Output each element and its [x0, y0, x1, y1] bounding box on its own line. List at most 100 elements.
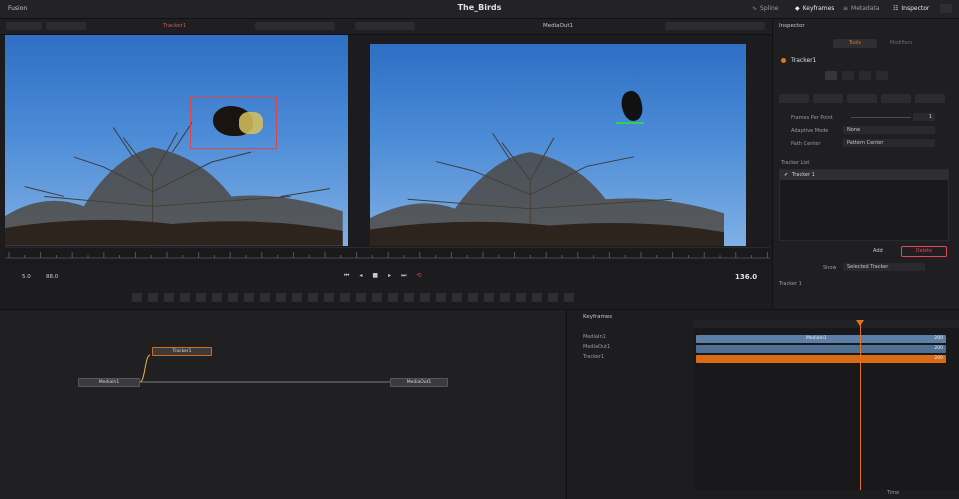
step-back-icon[interactable]: ◂: [359, 272, 362, 280]
right-viewer[interactable]: [370, 44, 746, 246]
right-viewer-image: [370, 44, 746, 246]
node-header[interactable]: Tracker1: [779, 55, 955, 66]
tool-icon[interactable]: [436, 293, 446, 302]
tree-image-right: [370, 132, 725, 246]
tracker-checkbox-icon[interactable]: ✔: [784, 172, 788, 178]
spline-button[interactable]: ∿ Spline: [752, 5, 778, 12]
tool-icon[interactable]: [244, 293, 254, 302]
node-editor[interactable]: MediaIn1 Tracker1 MediaOut1: [0, 309, 565, 499]
left-viewer-controls[interactable]: [255, 22, 335, 30]
tracker-list-item[interactable]: ✔ Tracker 1: [780, 170, 948, 180]
tool-icon[interactable]: [308, 293, 318, 302]
track-mode-icon[interactable]: [825, 71, 837, 80]
frames-per-point-field[interactable]: 1: [913, 113, 935, 121]
tool-icon[interactable]: [548, 293, 558, 302]
timeline-ruler[interactable]: [5, 247, 770, 264]
metadata-button[interactable]: ≡ Metadata: [843, 5, 879, 12]
tool-icon[interactable]: [276, 293, 286, 302]
track-to-end-button[interactable]: [915, 94, 945, 103]
track-end-1: 200: [934, 346, 943, 351]
track-name-tracker[interactable]: Tracker1: [583, 354, 610, 364]
tool-icon[interactable]: [180, 293, 190, 302]
bird-highlight: [239, 112, 263, 134]
time-dropdown[interactable]: Time: [887, 490, 899, 496]
left-viewer[interactable]: [5, 35, 348, 246]
track-name-mediaout[interactable]: MediaOut1: [583, 344, 610, 354]
track-bar-tracker[interactable]: 200: [696, 355, 946, 363]
tool-icon[interactable]: [340, 293, 350, 302]
current-time[interactable]: 136.0: [735, 273, 757, 281]
right-viewer-zoom[interactable]: [355, 22, 415, 30]
keyframe-graph[interactable]: MediaIn1 200 200 200: [694, 320, 959, 490]
adaptive-mode-dropdown[interactable]: None: [843, 126, 935, 134]
tool-icon[interactable]: [228, 293, 238, 302]
add-button[interactable]: Add: [873, 248, 883, 254]
node-enable-icon[interactable]: [781, 58, 786, 63]
adaptive-mode-row: Adaptive Mode None: [781, 126, 953, 135]
track-forward-button[interactable]: [881, 94, 911, 103]
tool-icon[interactable]: [404, 293, 414, 302]
tool-icon[interactable]: [324, 293, 334, 302]
keyframe-ruler[interactable]: [694, 320, 959, 328]
frames-per-point-row: Frames Per Point 1: [781, 113, 953, 122]
playhead-marker-icon[interactable]: [856, 320, 864, 326]
path-center-dropdown[interactable]: Pattern Center: [843, 139, 935, 147]
inspector-button[interactable]: ☷ Inspector: [893, 5, 929, 12]
frame-field[interactable]: 88.0: [46, 274, 58, 280]
tab-modifiers[interactable]: Modifiers: [879, 39, 923, 48]
display-icon[interactable]: [859, 71, 871, 80]
track-reverse-button[interactable]: [779, 94, 809, 103]
tool-icon[interactable]: [468, 293, 478, 302]
tool-icon[interactable]: [372, 293, 382, 302]
go-to-end-icon[interactable]: ⏭: [401, 272, 406, 280]
tool-icon[interactable]: [356, 293, 366, 302]
inspector-footer-label: Tracker 1: [779, 281, 802, 287]
node-mediaout[interactable]: MediaOut1: [390, 378, 448, 387]
track-bar-mediain[interactable]: MediaIn1 200: [696, 335, 946, 343]
right-viewer-controls[interactable]: [665, 22, 765, 30]
tool-icon[interactable]: [500, 293, 510, 302]
viewer-options-dropdown[interactable]: [46, 22, 86, 30]
node-mediain[interactable]: MediaIn1: [78, 378, 140, 387]
operation-icon[interactable]: [842, 71, 854, 80]
left-viewer-image: [5, 35, 348, 246]
node-tracker[interactable]: Tracker1: [152, 347, 212, 356]
tool-icon[interactable]: [484, 293, 494, 302]
go-to-start-icon[interactable]: ⏮: [344, 272, 349, 280]
tool-icon[interactable]: [420, 293, 430, 302]
tracker-selection-box[interactable]: [190, 97, 277, 149]
keyframes-button[interactable]: ◆ Keyframes: [795, 5, 834, 12]
play-icon[interactable]: ▸: [388, 272, 391, 280]
tool-icon[interactable]: [164, 293, 174, 302]
tool-icon[interactable]: [452, 293, 462, 302]
tool-icon[interactable]: [388, 293, 398, 302]
track-bar-mediaout[interactable]: 200: [696, 345, 946, 353]
tool-icon[interactable]: [196, 293, 206, 302]
delete-button[interactable]: Delete: [901, 246, 947, 257]
tool-icon[interactable]: [132, 293, 142, 302]
mediain-tracker-link: [139, 354, 151, 383]
viewer-zoom-dropdown[interactable]: [6, 22, 42, 30]
frames-per-point-slider[interactable]: [851, 117, 911, 118]
track-name-mediain[interactable]: MediaIn1: [583, 334, 610, 344]
tool-icon[interactable]: [260, 293, 270, 302]
keyframes-icon: ◆: [795, 5, 800, 12]
tool-icon[interactable]: [148, 293, 158, 302]
settings-icon[interactable]: [876, 71, 888, 80]
tool-icon[interactable]: [212, 293, 222, 302]
show-dropdown[interactable]: Selected Tracker: [843, 263, 925, 271]
tab-tools[interactable]: Tools: [833, 39, 877, 48]
zoom-value[interactable]: 5.0: [22, 274, 31, 280]
tool-icon[interactable]: [292, 293, 302, 302]
track-stop-button[interactable]: [847, 94, 877, 103]
tool-icon[interactable]: [516, 293, 526, 302]
tool-icon[interactable]: [564, 293, 574, 302]
delete-label: Delete: [915, 248, 933, 254]
loop-icon[interactable]: ⟲: [417, 272, 422, 280]
stop-icon[interactable]: ■: [372, 272, 378, 280]
playhead[interactable]: [860, 320, 861, 490]
track-back-button[interactable]: [813, 94, 843, 103]
more-button[interactable]: [940, 4, 952, 13]
tool-icon[interactable]: [532, 293, 542, 302]
node-name: Tracker1: [791, 57, 817, 64]
